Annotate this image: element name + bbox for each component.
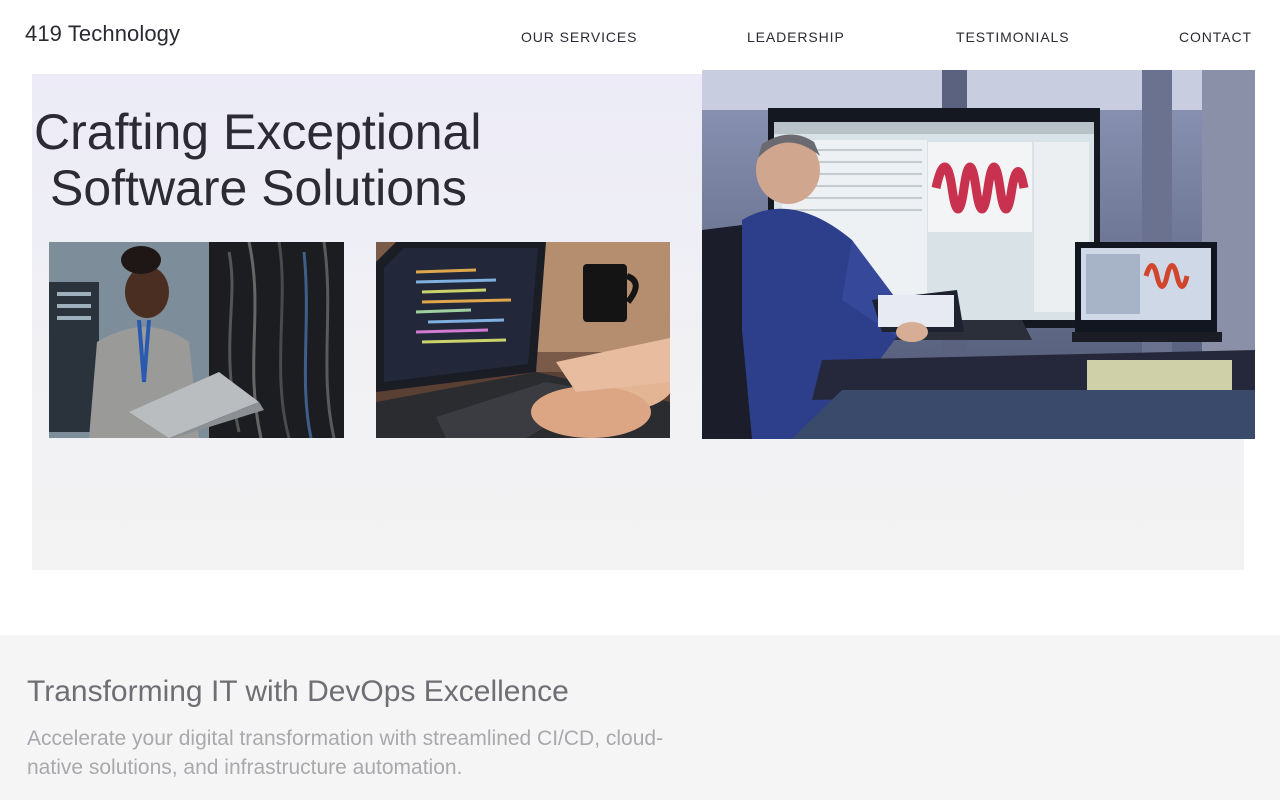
nav-item-our-services[interactable]: OUR SERVICES bbox=[521, 29, 637, 45]
devops-section-title: Transforming IT with DevOps Excellence bbox=[27, 675, 569, 708]
engineer-server-room-image bbox=[49, 242, 344, 438]
site-header: 419 Technology OUR SERVICES LEADERSHIP T… bbox=[0, 0, 1280, 70]
devops-section-description: Accelerate your digital transformation w… bbox=[27, 727, 664, 779]
hero-title-line-1: Crafting Exceptional bbox=[34, 104, 482, 160]
engineer-monitoring-station-image bbox=[702, 70, 1255, 439]
laptop-coding-image bbox=[376, 242, 670, 438]
nav-item-leadership[interactable]: LEADERSHIP bbox=[747, 29, 845, 45]
nav-item-contact[interactable]: CONTACT bbox=[1179, 29, 1252, 45]
nav-item-testimonials[interactable]: TESTIMONIALS bbox=[956, 29, 1069, 45]
hero-title-line-2: Software Solutions bbox=[50, 160, 467, 216]
brand-logo-link[interactable]: 419 Technology bbox=[25, 21, 180, 47]
hero-title: Crafting Exceptional Software Solutions bbox=[34, 104, 634, 216]
